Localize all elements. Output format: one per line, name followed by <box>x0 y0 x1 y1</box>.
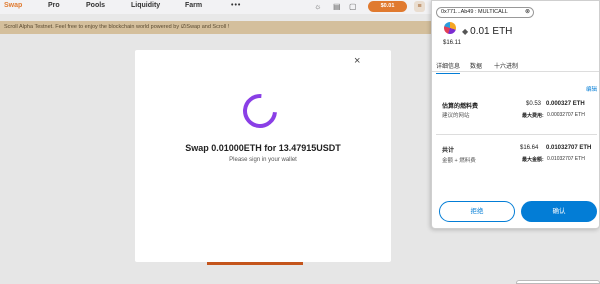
nav-swap[interactable]: Swap <box>4 2 22 9</box>
max-fee-label: 最大费用: <box>522 113 544 119</box>
wallet-balance-button[interactable]: $0.01 <box>368 1 407 12</box>
corner-widget[interactable] <box>516 280 600 284</box>
edit-link[interactable]: 编辑 <box>586 85 597 93</box>
modal-accent-bar <box>207 262 303 265</box>
gas-fee-fiat: $0.53 <box>526 101 542 107</box>
gas-fee-label: 估算的燃料费 <box>442 104 479 110</box>
metamask-popup: 0x771...Ab49 : MULTICALL ⊗ ◆ 0.01 ETH $16… <box>431 0 600 229</box>
book-icon[interactable]: ▤ <box>333 2 341 11</box>
max-fee-value: 0.00032707 ETH <box>547 112 585 118</box>
clipboard-icon[interactable]: ▢ <box>349 2 357 11</box>
loading-spinner-icon <box>236 87 284 135</box>
divider <box>436 134 597 135</box>
total-label: 共计 <box>442 148 455 154</box>
close-icon[interactable]: × <box>354 55 360 67</box>
amount-usd: $16.11 <box>443 40 461 46</box>
transaction-amount: ◆ 0.01 ETH <box>462 26 512 37</box>
max-amount-value: 0.01032707 ETH <box>547 156 585 162</box>
nav-liquidity[interactable]: Liquidity <box>131 2 160 9</box>
nav-more[interactable]: ••• <box>231 2 241 9</box>
recommended-site-link[interactable]: 建议的网站 <box>442 111 470 119</box>
amount-value: 0.01 ETH <box>470 26 513 37</box>
close-circle-icon[interactable]: ⊗ <box>525 8 530 17</box>
nav-farm[interactable]: Farm <box>185 2 202 9</box>
confirm-button[interactable]: 确认 <box>521 201 597 222</box>
nav-pro[interactable]: Pro <box>48 2 60 9</box>
tab-details[interactable]: 详细信息 <box>436 61 461 74</box>
account-avatar <box>444 22 456 34</box>
amount-plus-fee-label: 金额 + 燃料费 <box>442 158 476 164</box>
ethereum-icon: ◆ <box>462 27 469 36</box>
contract-address: 0x771...Ab49 : MULTICALL <box>441 9 508 15</box>
menu-icon[interactable]: ≡ <box>414 1 425 12</box>
gas-fee-eth: 0.000327 ETH <box>546 101 585 107</box>
swap-modal: × Swap 0.01000ETH for 13.47915USDT Pleas… <box>135 50 391 262</box>
swap-title: Swap 0.01000ETH for 13.47915USDT <box>185 143 341 153</box>
max-amount-label: 最大金额: <box>522 157 544 163</box>
tab-data[interactable]: 数据 <box>470 61 482 70</box>
tab-hex[interactable]: 十六进制 <box>494 61 518 70</box>
total-eth: 0.01032707 ETH <box>546 145 592 151</box>
sun-icon[interactable]: ☼ <box>314 2 321 11</box>
detail-tabs: 详细信息 数据 十六进制 <box>432 58 599 74</box>
nav-pools[interactable]: Pools <box>86 2 105 9</box>
contract-address-chip[interactable]: 0x771...Ab49 : MULTICALL ⊗ <box>436 7 534 18</box>
reject-button[interactable]: 拒绝 <box>439 201 515 222</box>
swap-subtitle: Please sign in your wallet <box>229 157 297 163</box>
total-fiat: $16.64 <box>520 145 539 151</box>
